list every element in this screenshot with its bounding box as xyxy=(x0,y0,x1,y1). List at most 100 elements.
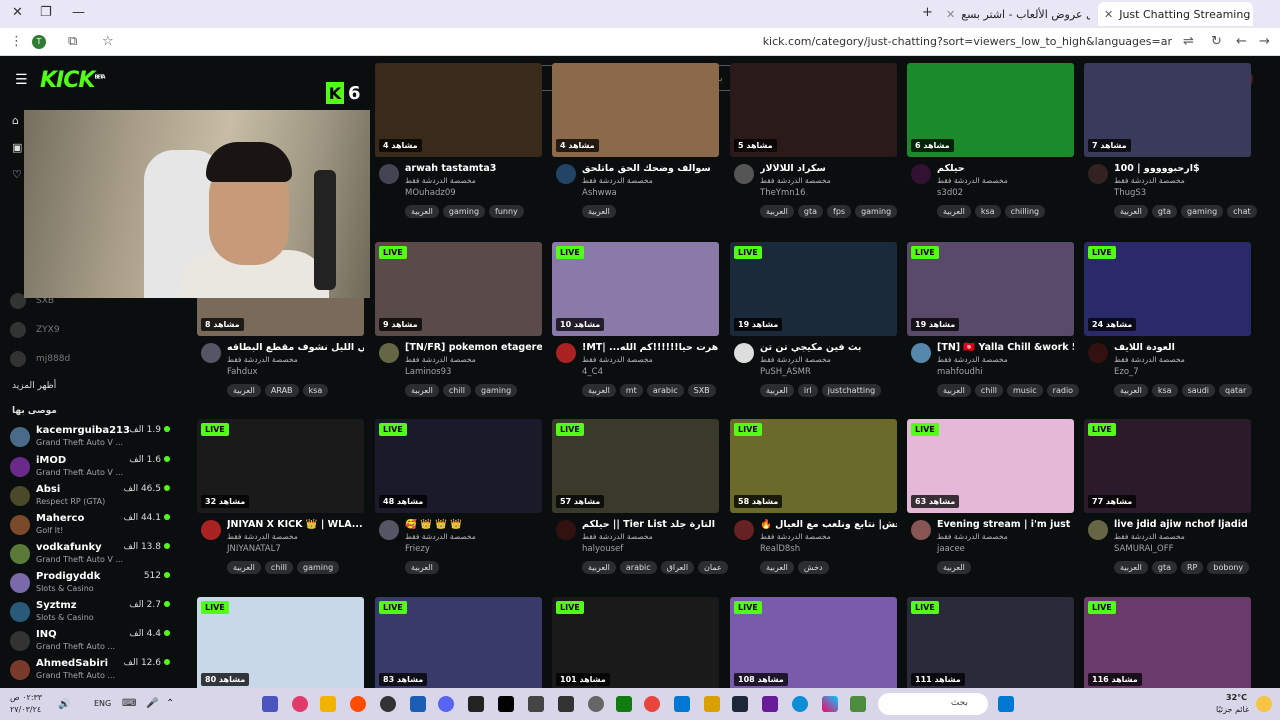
stream-title[interactable]: live jdid ajiw nchof ljadid !!!! xyxy=(1114,519,1251,530)
tag-chip[interactable]: gta xyxy=(1151,205,1177,218)
app-icon[interactable] xyxy=(762,696,778,712)
stream-category[interactable]: مخصصة الدردشة فقط xyxy=(582,532,653,541)
streamer-name[interactable]: SAMURAI_OFF xyxy=(1114,544,1174,554)
streamer-name[interactable]: RealD8sh xyxy=(760,544,800,554)
stream-title[interactable]: حيلكم || Tier List التارة جلد xyxy=(582,519,719,530)
stream-thumbnail[interactable]: LIVE 63 مشاهد xyxy=(907,419,1074,513)
streamer-avatar[interactable] xyxy=(379,164,399,184)
outlook-icon[interactable] xyxy=(674,696,690,712)
epic-games-icon[interactable] xyxy=(468,696,484,712)
stream-category[interactable]: مخصصة الدردشة فقط xyxy=(760,176,831,185)
language-indicator[interactable]: ENG xyxy=(94,699,111,708)
tag-chip[interactable]: ksa xyxy=(302,384,329,397)
volume-icon[interactable]: 🔊 xyxy=(58,699,70,710)
streamer-name[interactable]: MOuhadz09 xyxy=(405,188,456,198)
streamer-avatar[interactable] xyxy=(1088,520,1108,540)
menu-dots-icon[interactable]: ⋮ xyxy=(10,34,23,49)
app-icon[interactable] xyxy=(850,696,866,712)
stream-title[interactable]: حيلكم xyxy=(937,163,1074,174)
stream-thumbnail[interactable]: LIVE 101 مشاهد xyxy=(552,597,719,691)
keyboard-icon[interactable]: ⌨ xyxy=(122,698,136,709)
discord-icon[interactable] xyxy=(438,696,454,712)
steam-icon[interactable] xyxy=(732,696,748,712)
app-icon[interactable] xyxy=(410,696,426,712)
tag-chip[interactable]: gaming xyxy=(297,561,340,574)
tag-chip[interactable]: fps xyxy=(827,205,852,218)
tag-chip[interactable]: mt xyxy=(619,384,643,397)
start-windows-icon[interactable] xyxy=(998,696,1014,712)
sidebar-recommended-user[interactable]: AhmedSabiri Grand Theft Auto ... 12.6 ال… xyxy=(10,658,185,686)
streamer-name[interactable]: TheYmn16 xyxy=(760,188,805,198)
edge-icon[interactable] xyxy=(792,696,808,712)
tag-chip[interactable]: gta xyxy=(1151,561,1177,574)
sidebar-recommended-user[interactable]: INQ Grand Theft Auto ... 4.4 الف xyxy=(10,629,185,657)
back-icon[interactable]: → xyxy=(1259,34,1270,49)
stream-title[interactable]: JNIYAN X KICK 👑 | WLA... xyxy=(227,519,364,530)
tag-chip[interactable]: العربية xyxy=(582,561,616,574)
sidebar-recommended-user[interactable]: Maherco Golf It! 44.1 الف xyxy=(10,513,185,541)
tag-chip[interactable]: saudi xyxy=(1181,384,1216,397)
stream-category[interactable]: مخصصة الدردشة فقط xyxy=(937,532,1008,541)
tag-chip[interactable]: irl xyxy=(797,384,818,397)
sidebar-recommended-user[interactable]: Syztmz Slots & Casino 2.7 الف xyxy=(10,600,185,628)
stream-title[interactable]: Evening stream | i'm just ... xyxy=(937,519,1074,530)
stream-thumbnail[interactable]: LIVE 58 مشاهد xyxy=(730,419,897,513)
close-window-icon[interactable]: ✕ xyxy=(12,5,23,20)
tray-chevron-icon[interactable]: ⌃ xyxy=(166,698,174,709)
app-icon[interactable] xyxy=(380,696,396,712)
clock-date[interactable]: ٢٧/٠٣/٢٤ xyxy=(10,705,41,714)
sidebar-recommended-user[interactable]: iMOD Grand Theft Auto V ... 1.6 الف xyxy=(10,455,185,483)
stream-category[interactable]: مخصصة الدردشة فقط xyxy=(405,176,476,185)
tag-chip[interactable]: ksa xyxy=(1151,384,1178,397)
stream-thumbnail[interactable]: LIVE 10 مشاهد xyxy=(552,242,719,336)
site-settings-icon[interactable]: ⇌ xyxy=(1183,34,1194,49)
sidebar-recommended-user[interactable]: Prodigyddk Slots & Casino 512 xyxy=(10,571,185,599)
tag-chip[interactable]: SXB xyxy=(687,384,716,397)
app-icon[interactable] xyxy=(588,696,604,712)
tab-games-deals[interactable]: ✕ أفضل عروض الألعاب - اشتر بسع G xyxy=(940,2,1090,26)
streamer-name[interactable]: jaacee xyxy=(937,544,965,554)
tag-chip[interactable]: chill xyxy=(974,384,1004,397)
tag-chip[interactable]: العربية xyxy=(582,205,616,218)
streamer-avatar[interactable] xyxy=(379,343,399,363)
streamer-avatar[interactable] xyxy=(201,343,221,363)
tag-chip[interactable]: chill xyxy=(264,561,294,574)
streamer-avatar[interactable] xyxy=(201,520,221,540)
streamer-avatar[interactable] xyxy=(1088,343,1108,363)
stream-category[interactable]: مخصصة الدردشة فقط xyxy=(582,176,653,185)
stream-title[interactable]: !MT| ...لمتابعين كاهرت حيا!!!!!!كم الله xyxy=(582,342,719,353)
tag-chip[interactable]: ksa xyxy=(974,205,1001,218)
stream-thumbnail[interactable]: LIVE 32 مشاهد xyxy=(197,419,364,513)
stream-thumbnail[interactable]: LIVE 80 مشاهد xyxy=(197,597,364,691)
app-icon[interactable] xyxy=(292,696,308,712)
kick-logo[interactable]: KICKBETA xyxy=(40,68,106,93)
tag-chip[interactable]: gaming xyxy=(1181,205,1224,218)
stream-category[interactable]: مخصصة الدردشة فقط xyxy=(405,355,476,364)
taskbar-search[interactable]: بحث xyxy=(878,693,988,715)
streamer-avatar[interactable] xyxy=(556,164,576,184)
profile-icon[interactable]: T xyxy=(32,35,46,49)
stream-category[interactable]: مخصصة الدردشة فقط xyxy=(760,355,831,364)
home-icon[interactable]: ⌂ xyxy=(12,114,19,127)
stream-title[interactable]: بث تالي الليل نشوف مقطع البطاقه xyxy=(227,342,364,353)
streamer-avatar[interactable] xyxy=(1088,164,1108,184)
tag-chip[interactable]: radio xyxy=(1046,384,1080,397)
streamer-name[interactable]: mahfoudhi xyxy=(937,367,983,377)
maximize-icon[interactable]: ❐ xyxy=(40,5,52,20)
tag-chip[interactable]: chat xyxy=(1227,205,1257,218)
stream-thumbnail[interactable]: LIVE 24 مشاهد xyxy=(1084,242,1251,336)
forward-icon[interactable]: ← xyxy=(1236,34,1247,49)
teams-icon[interactable] xyxy=(262,696,278,712)
streamer-name[interactable]: Friezy xyxy=(405,544,430,554)
hamburger-menu-icon[interactable]: ☰ xyxy=(15,72,28,88)
stream-thumbnail[interactable]: LIVE 77 مشاهد xyxy=(1084,419,1251,513)
streamer-avatar[interactable] xyxy=(556,343,576,363)
stream-title[interactable]: 🔥 دخش| نتابع ونلعب مع العيال xyxy=(760,519,897,530)
stream-thumbnail[interactable]: 4 مشاهد xyxy=(552,63,719,157)
tag-chip[interactable]: عمان xyxy=(698,561,728,574)
file-explorer-icon[interactable] xyxy=(704,696,720,712)
stream-thumbnail[interactable]: LIVE 48 مشاهد xyxy=(375,419,542,513)
stream-title[interactable]: بث فين مكيجي تن تن xyxy=(760,342,897,353)
tag-chip[interactable]: arabic xyxy=(619,561,657,574)
stream-title[interactable]: 🥰 👑 👑 👑 xyxy=(405,519,542,530)
